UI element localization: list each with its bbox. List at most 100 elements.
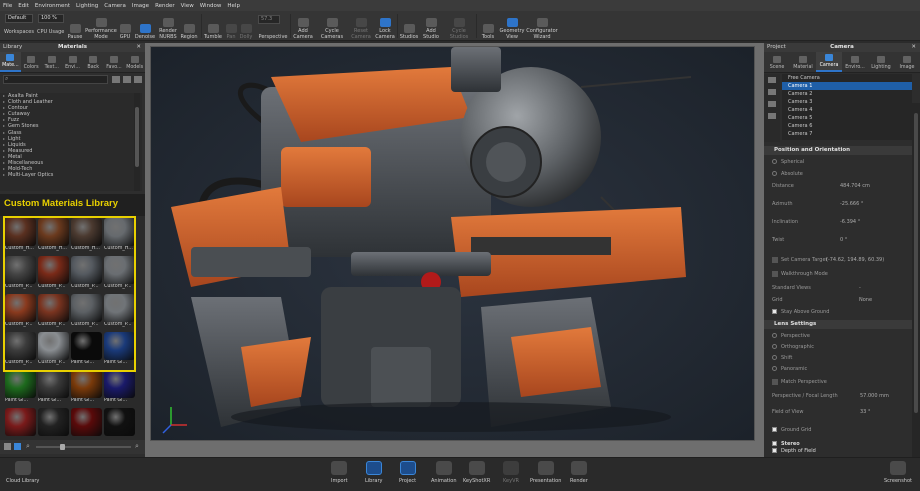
- ground-grid-checkbox[interactable]: Ground Grid: [764, 424, 912, 436]
- tab-environments[interactable]: Envi...: [62, 52, 83, 72]
- close-icon[interactable]: ✕: [136, 43, 141, 52]
- menu-file[interactable]: File: [3, 3, 12, 9]
- tab-camera[interactable]: Camera: [816, 52, 842, 72]
- library-button[interactable]: Library: [365, 461, 382, 484]
- menu-view[interactable]: View: [181, 3, 194, 9]
- pause-button[interactable]: Pause: [66, 13, 84, 40]
- library-search-input[interactable]: [3, 75, 108, 84]
- camera-item[interactable]: Camera 3: [782, 98, 912, 106]
- spherical-radio[interactable]: Spherical: [764, 156, 912, 168]
- tab-scene[interactable]: Scene: [764, 52, 790, 72]
- camera-save-icon[interactable]: [768, 113, 776, 119]
- walkthrough-mode-button[interactable]: Walkthrough Mode: [764, 268, 912, 280]
- list-view-icon[interactable]: [4, 443, 11, 450]
- perspective-button[interactable]: Perspective: [256, 13, 290, 40]
- camera-delete-icon[interactable]: [768, 101, 776, 107]
- camera-duplicate-icon[interactable]: [768, 89, 776, 95]
- screenshot-button[interactable]: Screenshot: [884, 461, 912, 484]
- material-thumbnail[interactable]: Custom_H...: [38, 218, 69, 252]
- menu-camera[interactable]: Camera: [104, 3, 126, 9]
- tab-lighting[interactable]: Lighting: [868, 52, 894, 72]
- material-thumbnail[interactable]: Custom_P...: [104, 294, 135, 328]
- tools-button[interactable]: Tools: [479, 13, 497, 40]
- menu-lighting[interactable]: Lighting: [76, 3, 98, 9]
- cycle-studios-button[interactable]: Cycle Studios: [446, 13, 472, 40]
- tab-backplates[interactable]: Back: [83, 52, 104, 72]
- render-button[interactable]: Render: [570, 461, 588, 484]
- panoramic-radio[interactable]: Panoramic: [764, 363, 912, 375]
- tab-material[interactable]: Material: [790, 52, 816, 72]
- keyshotxr-button[interactable]: KeyShotXR: [463, 461, 490, 484]
- material-thumbnail[interactable]: Custom_H...: [71, 218, 102, 252]
- tab-favorites[interactable]: Favo...: [104, 52, 125, 72]
- menu-help[interactable]: Help: [227, 3, 240, 9]
- tab-textures[interactable]: Text...: [41, 52, 62, 72]
- material-thumbnail[interactable]: [5, 408, 36, 442]
- folder-remove-icon[interactable]: [134, 76, 142, 83]
- tab-models[interactable]: Models: [124, 52, 145, 72]
- material-thumbnail[interactable]: Paint Gl...: [5, 370, 36, 404]
- menu-edit[interactable]: Edit: [18, 3, 29, 9]
- material-thumbnail[interactable]: [104, 408, 135, 442]
- project-button[interactable]: Project: [399, 461, 416, 484]
- camera-item-selected[interactable]: Camera 1: [782, 82, 912, 90]
- camera-item[interactable]: Camera 7: [782, 130, 912, 138]
- performance-mode-button[interactable]: Performance Mode: [85, 13, 117, 40]
- azimuth-field[interactable]: Azimuth -25.666 °: [764, 198, 912, 210]
- depth-of-field-section[interactable]: Depth of Field: [764, 447, 912, 455]
- presentation-button[interactable]: Presentation: [530, 461, 561, 484]
- position-orientation-section[interactable]: Position and Orientation: [764, 146, 912, 155]
- material-thumbnail[interactable]: Custom_P...: [71, 256, 102, 290]
- absolute-radio[interactable]: Absolute: [764, 168, 912, 180]
- menu-environment[interactable]: Environment: [35, 3, 70, 9]
- lens-settings-section[interactable]: Lens Settings: [764, 320, 912, 329]
- category-scrollbar[interactable]: [134, 93, 140, 191]
- material-thumbnail[interactable]: Paint Gl...: [38, 370, 69, 404]
- add-camera-button[interactable]: Add Camera: [292, 13, 314, 40]
- keyvr-button[interactable]: KeyVR: [503, 461, 519, 484]
- cycle-cameras-button[interactable]: Cycle Cameras: [318, 13, 346, 40]
- stay-above-ground-checkbox[interactable]: Stay Above Ground: [764, 306, 912, 318]
- realtime-viewport[interactable]: [150, 46, 755, 441]
- set-camera-target-button[interactable]: Set Camera Target (-74.62, 194.89, 60.39): [764, 254, 912, 266]
- camera-item[interactable]: Camera 4: [782, 106, 912, 114]
- camera-add-icon[interactable]: [768, 77, 776, 83]
- menu-window[interactable]: Window: [200, 3, 222, 9]
- pan-button[interactable]: Pan: [224, 13, 238, 40]
- material-thumbnail[interactable]: Paint Gl...: [104, 370, 135, 404]
- grid-select[interactable]: Grid None: [764, 294, 912, 306]
- material-thumbnail[interactable]: Paint Gl...: [71, 370, 102, 404]
- match-perspective-button[interactable]: Match Perspective: [764, 376, 912, 388]
- material-thumbnail[interactable]: Custom_P...: [104, 256, 135, 290]
- folder-icon[interactable]: [112, 76, 120, 83]
- close-icon[interactable]: ✕: [911, 43, 916, 52]
- material-thumbnail[interactable]: Custom_P...: [5, 256, 36, 290]
- cloud-library-button[interactable]: Cloud Library: [6, 461, 39, 484]
- scrollbar-thumb[interactable]: [914, 113, 918, 413]
- tab-image[interactable]: Image: [894, 52, 920, 72]
- camera-item[interactable]: Camera 5: [782, 114, 912, 122]
- denoise-button[interactable]: Denoise: [134, 13, 156, 40]
- thumbnail-size-slider[interactable]: [36, 444, 131, 450]
- material-thumbnail[interactable]: Custom_P...: [71, 294, 102, 328]
- import-button[interactable]: Import: [331, 461, 348, 484]
- camera-item[interactable]: Camera 6: [782, 122, 912, 130]
- cpu-usage-input[interactable]: 100 %: [38, 14, 64, 23]
- reset-camera-button[interactable]: Reset Camera: [350, 13, 372, 40]
- studios-button[interactable]: Studios: [399, 13, 419, 40]
- tab-environment[interactable]: Enviro...: [842, 52, 868, 72]
- material-thumbnail[interactable]: Custom_P...: [5, 294, 36, 328]
- grid-view-icon[interactable]: [14, 443, 21, 450]
- slider-handle[interactable]: [60, 444, 65, 450]
- field-of-view-field[interactable]: Field of View 33 °: [764, 406, 912, 418]
- twist-field[interactable]: Twist 0 °: [764, 234, 912, 246]
- configurator-wizard-button[interactable]: Configurator Wizard: [526, 13, 558, 40]
- geometry-view-button[interactable]: Geometry View: [499, 13, 525, 40]
- gpu-button[interactable]: GPU: [118, 13, 132, 40]
- animation-button[interactable]: Animation: [431, 461, 457, 484]
- camera-item[interactable]: Camera 2: [782, 90, 912, 98]
- tab-colors[interactable]: Colors: [21, 52, 42, 72]
- inclination-field[interactable]: Inclination -6.394 °: [764, 216, 912, 228]
- material-thumbnail[interactable]: Paint Gl...: [71, 332, 102, 366]
- lock-camera-button[interactable]: Lock Camera: [374, 13, 396, 40]
